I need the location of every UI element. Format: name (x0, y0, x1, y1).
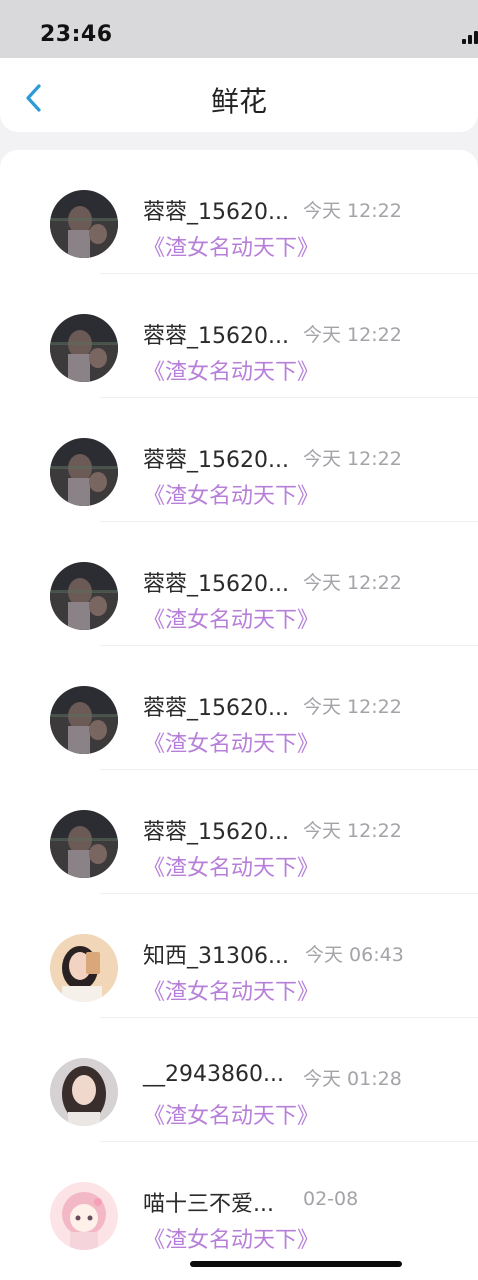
signal-icon (462, 30, 478, 44)
list-item[interactable]: __2943860... 今天 01:28 《渣女名动天下》 (0, 1018, 478, 1142)
user-name: 知西_31306... (143, 944, 289, 969)
user-name: 蓉蓉_15620... (143, 820, 289, 845)
avatar[interactable] (50, 314, 118, 382)
user-name: __2943860... (143, 1062, 284, 1087)
list-item[interactable]: 知西_31306... 今天 06:43 《渣女名动天下》 (0, 894, 478, 1018)
avatar[interactable] (50, 810, 118, 878)
book-title[interactable]: 《渣女名动天下》 (143, 602, 319, 634)
list-item[interactable]: 蓉蓉_15620... 今天 12:22 《渣女名动天下》 (0, 150, 478, 274)
timestamp: 今天 12:22 (303, 324, 402, 346)
timestamp: 今天 12:22 (303, 696, 402, 718)
timestamp: 02-08 (303, 1188, 359, 1210)
list-item[interactable]: 蓉蓉_15620... 今天 12:22 《渣女名动天下》 (0, 646, 478, 770)
avatar[interactable] (50, 1182, 118, 1250)
page-title: 鲜花 (210, 85, 267, 118)
book-title[interactable]: 《渣女名动天下》 (143, 354, 319, 386)
user-name: 蓉蓉_15620... (143, 324, 289, 349)
user-name: 蓉蓉_15620... (143, 200, 289, 225)
timestamp: 今天 12:22 (303, 200, 402, 222)
book-title[interactable]: 《渣女名动天下》 (143, 726, 319, 758)
navigation-bar: 鲜花 (0, 58, 478, 132)
book-title[interactable]: 《渣女名动天下》 (143, 1098, 319, 1130)
list-item[interactable]: 喵十三不爱... 02-08 《渣女名动天下》 (0, 1142, 478, 1266)
gift-list: 蓉蓉_15620... 今天 12:22 《渣女名动天下》 蓉蓉_15620..… (0, 150, 478, 1280)
avatar[interactable] (50, 562, 118, 630)
status-time: 23:46 (40, 22, 113, 47)
user-name: 喵十三不爱... (143, 1192, 274, 1217)
avatar[interactable] (50, 190, 118, 258)
book-title[interactable]: 《渣女名动天下》 (143, 478, 319, 510)
user-name: 蓉蓉_15620... (143, 696, 289, 721)
book-title[interactable]: 《渣女名动天下》 (143, 1222, 319, 1254)
book-title[interactable]: 《渣女名动天下》 (143, 850, 319, 882)
avatar[interactable] (50, 934, 118, 1002)
user-name: 蓉蓉_15620... (143, 448, 289, 473)
status-bar: 23:46 (0, 0, 478, 58)
timestamp: 今天 12:22 (303, 448, 402, 470)
avatar[interactable] (50, 686, 118, 754)
book-title[interactable]: 《渣女名动天下》 (143, 974, 319, 1006)
timestamp: 今天 06:43 (305, 944, 404, 966)
timestamp: 今天 01:28 (303, 1068, 402, 1090)
list-item[interactable]: 蓉蓉_15620... 今天 12:22 《渣女名动天下》 (0, 398, 478, 522)
home-indicator[interactable] (190, 1261, 402, 1267)
user-name: 蓉蓉_15620... (143, 572, 289, 597)
timestamp: 今天 12:22 (303, 820, 402, 842)
timestamp: 今天 12:22 (303, 572, 402, 594)
book-title[interactable]: 《渣女名动天下》 (143, 230, 319, 262)
avatar[interactable] (50, 438, 118, 506)
list-item[interactable]: 蓉蓉_15620... 今天 12:22 《渣女名动天下》 (0, 274, 478, 398)
list-item[interactable]: 蓉蓉_15620... 今天 12:22 《渣女名动天下》 (0, 770, 478, 894)
list-item[interactable]: 蓉蓉_15620... 今天 12:22 《渣女名动天下》 (0, 522, 478, 646)
avatar[interactable] (50, 1058, 118, 1126)
